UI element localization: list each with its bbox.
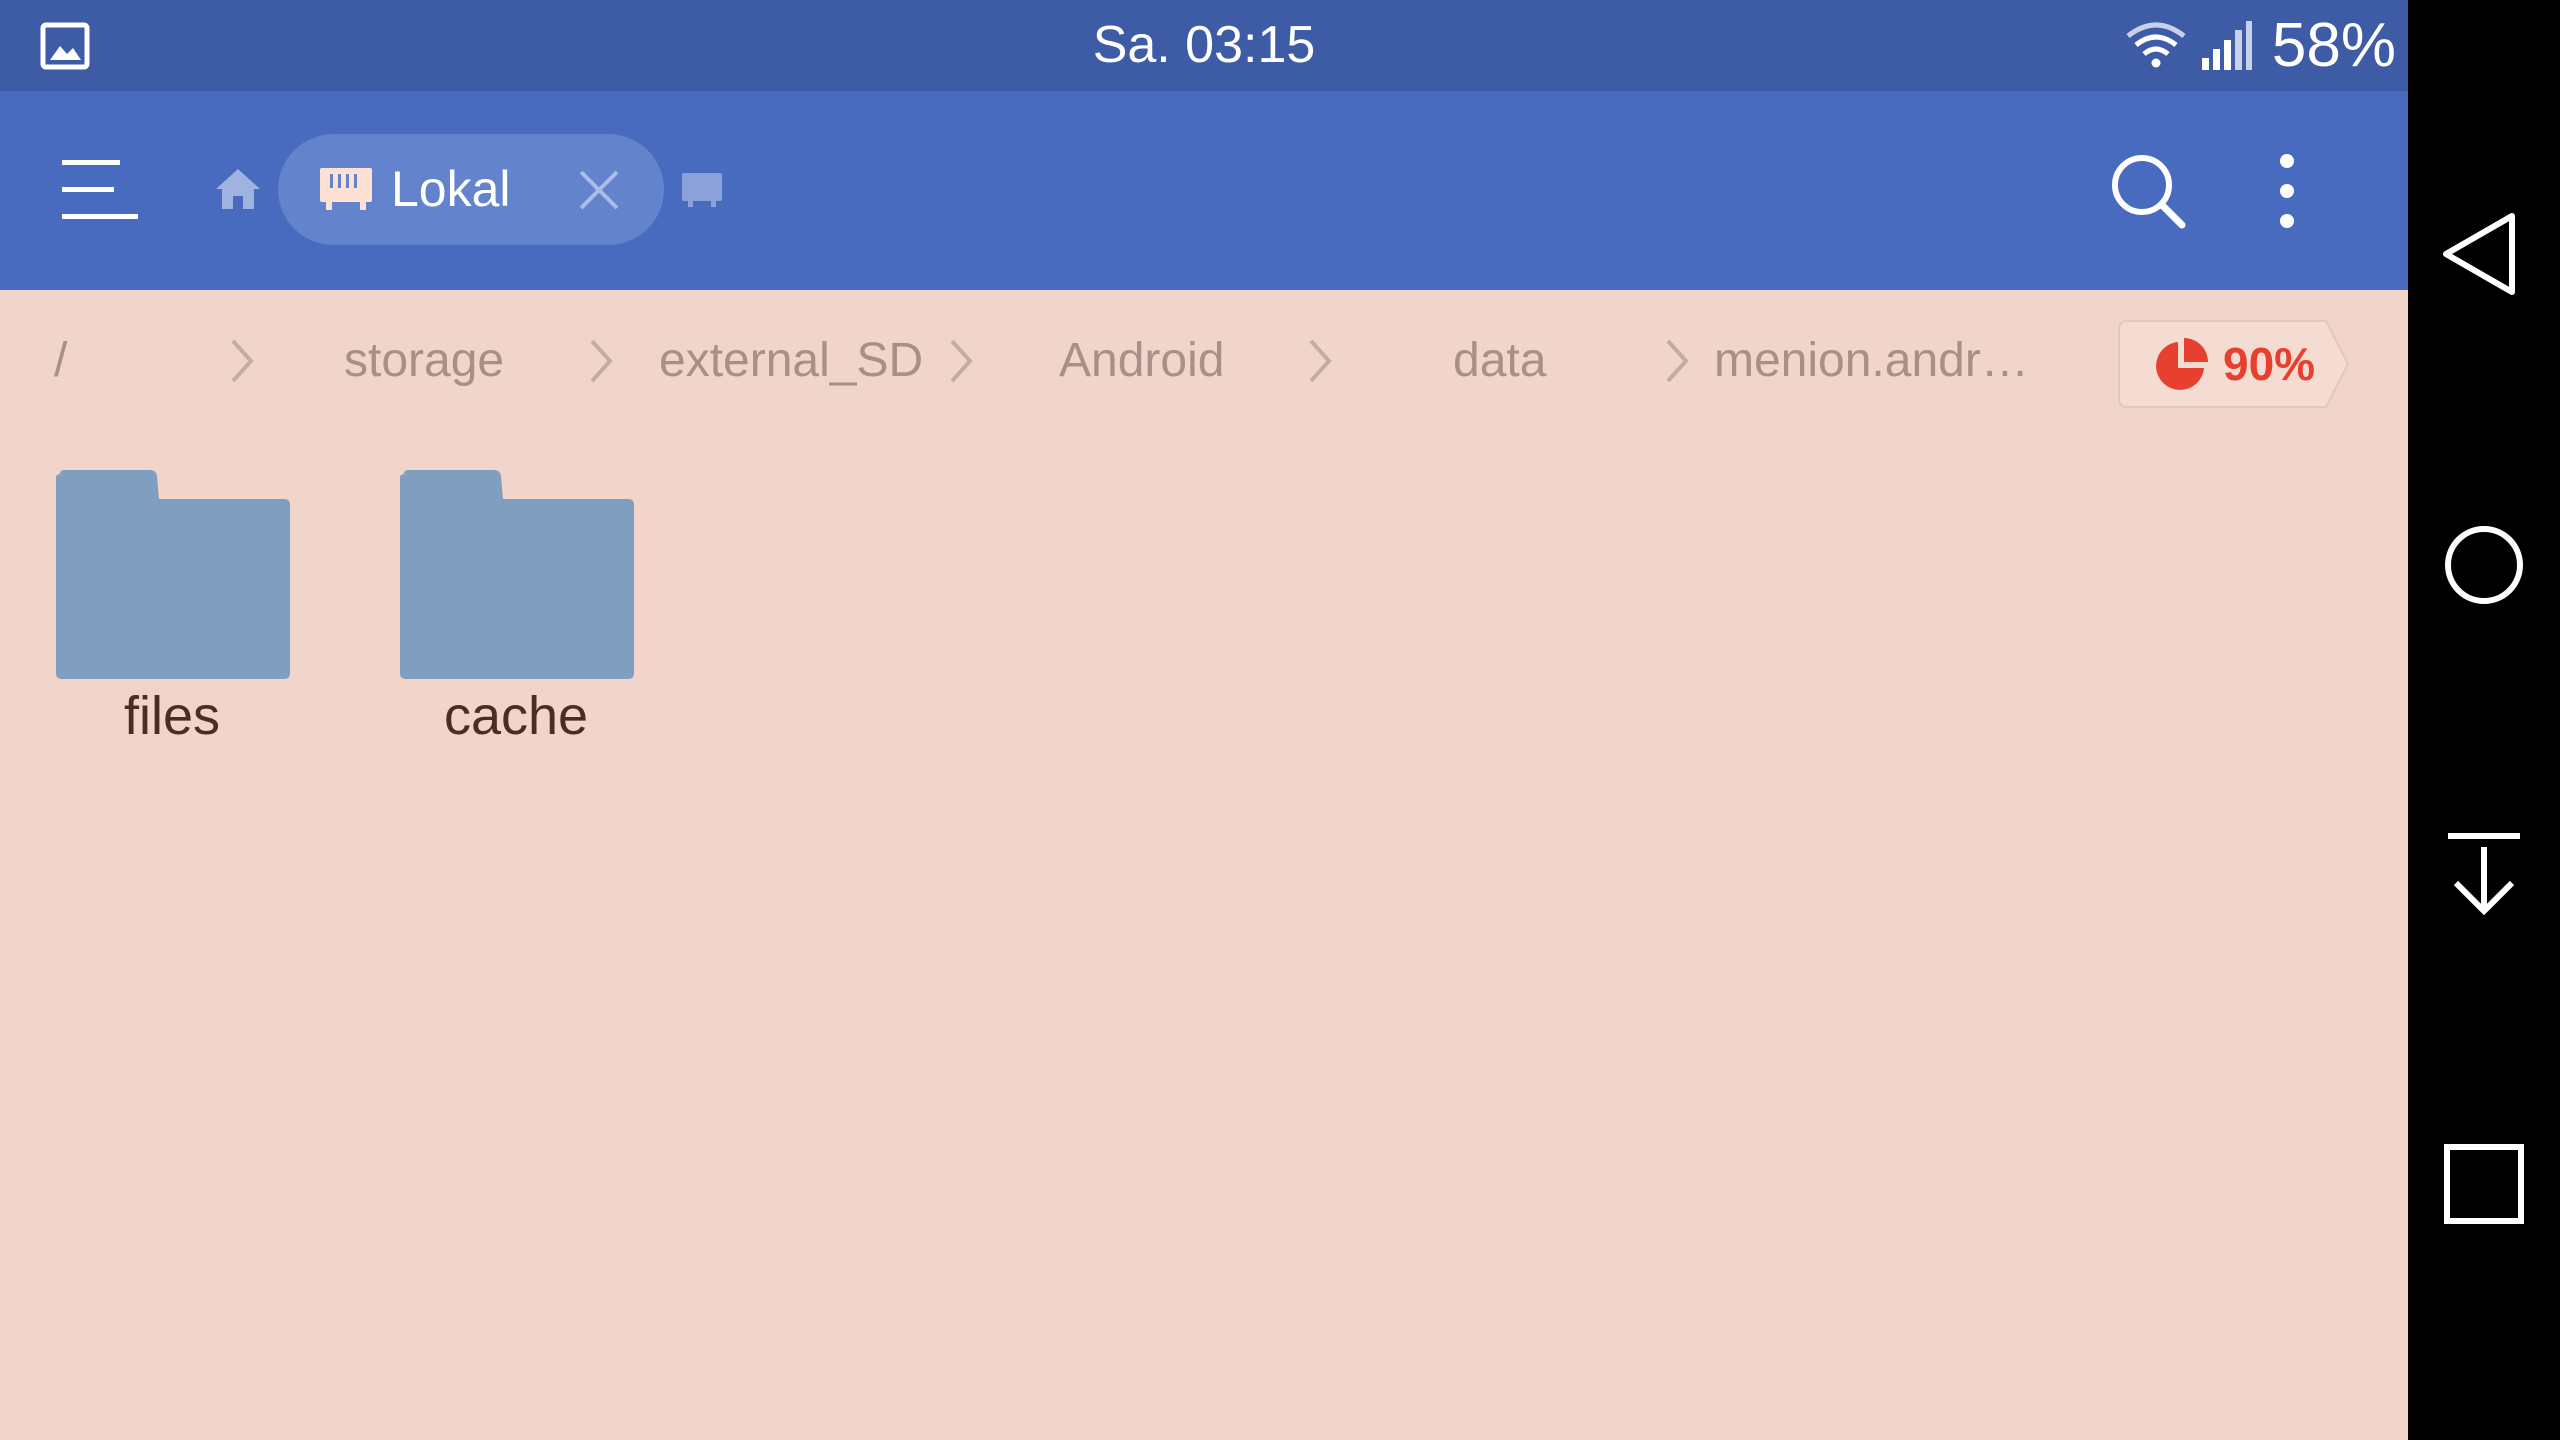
download-icon[interactable] [2434,825,2534,925]
wifi-icon [2126,22,2186,68]
menu-icon[interactable] [62,158,138,222]
recents-icon[interactable] [2434,1134,2534,1234]
folder-icon [56,470,290,679]
home-icon[interactable] [214,167,262,211]
home-circle-icon[interactable] [2434,515,2534,615]
back-icon[interactable] [2434,204,2534,304]
breadcrumb-android[interactable]: Android [1059,290,1224,432]
folder-icon [400,470,634,679]
tab-label: Lokal [391,161,511,217]
breadcrumb-data[interactable]: data [1453,290,1546,432]
toolbar: Lokal [0,91,2408,290]
folder-item-files[interactable]: files [47,465,297,765]
breadcrumb-external-sd[interactable]: external_SD [659,290,923,432]
folder-item-cache[interactable]: cache [391,465,641,765]
storage-usage-badge[interactable]: 90% [2118,320,2350,408]
storage-usage-percent: 90% [2223,338,2316,390]
chevron-right-icon [231,339,254,383]
folder-name: files [123,686,221,746]
status-time: Sa. 03:15 [1092,16,1316,74]
navigation-bar [2408,0,2560,1440]
chevron-right-icon [590,339,613,383]
battery-percent: 58% [2271,11,2396,80]
chevron-right-icon [950,339,973,383]
chevron-right-icon [1666,339,1689,383]
pie-chart-icon [2156,338,2208,390]
breadcrumb-storage[interactable]: storage [344,290,504,432]
status-bar: Sa. 03:15 58% [0,0,2408,91]
folder-name: cache [443,686,589,746]
chevron-right-icon [1309,339,1332,383]
breadcrumb-current[interactable]: menion.andr… [1714,290,2029,432]
breadcrumb: / storage external_SD Android data menio… [0,290,2408,432]
search-icon[interactable] [2108,151,2188,231]
sd-card-icon[interactable] [680,171,724,209]
close-icon[interactable] [578,169,620,211]
signal-icon [2202,21,2252,70]
breadcrumb-root[interactable]: / [54,290,67,432]
tab-lokal[interactable]: Lokal [278,134,664,245]
sd-card-icon [320,168,372,210]
more-vert-icon[interactable] [2272,151,2302,231]
